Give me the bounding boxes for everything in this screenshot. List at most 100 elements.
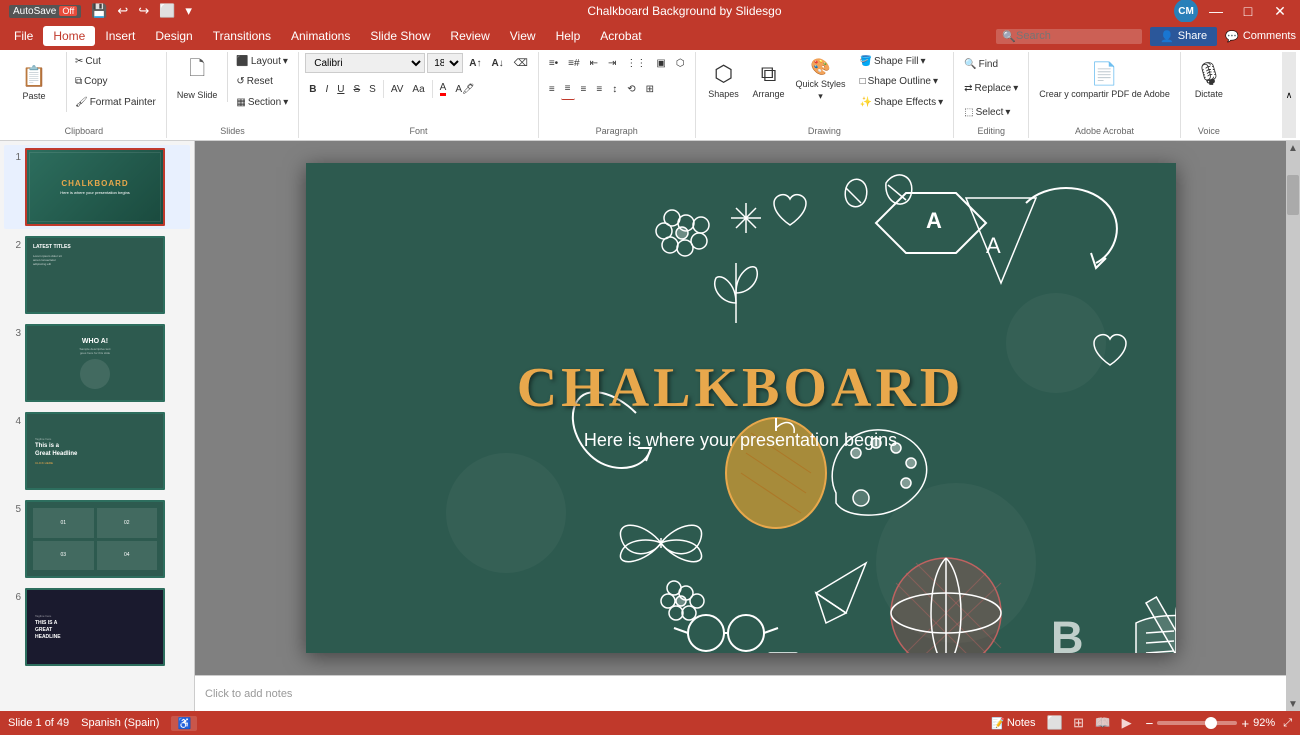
layout-button[interactable]: ⬛ Layout ▾	[232, 52, 292, 71]
font-size-select[interactable]: 18	[427, 53, 463, 73]
slide-thumb-1[interactable]: 1 CHALKBOARD Here is where your presenta…	[4, 145, 190, 229]
share-button[interactable]: 👤 Share	[1150, 27, 1217, 46]
cut-icon: ✂	[75, 56, 83, 67]
ribbon-collapse-button[interactable]: ∧	[1282, 52, 1296, 138]
convert-button[interactable]: ⬡	[672, 52, 689, 74]
slide-thumb-4[interactable]: 4 Tagline here This is aGreat Headline C…	[4, 409, 190, 493]
align-center-button[interactable]: ≡	[561, 78, 575, 100]
font-color-button[interactable]: A	[436, 78, 451, 100]
dictate-icon: 🎙	[1195, 61, 1223, 87]
menu-home[interactable]: Home	[43, 26, 95, 46]
create-share-pdf-button[interactable]: 📄 Crear y compartir PDF de Adobe	[1035, 52, 1174, 107]
slide-thumb-2[interactable]: 2 LATEST TITLES Lorem ipsum dolor sitame…	[4, 233, 190, 317]
slide-sorter-button[interactable]: ⊞	[1068, 714, 1090, 732]
highlight-color-button[interactable]: A🖊	[451, 78, 478, 100]
menu-file[interactable]: File	[4, 26, 43, 46]
user-avatar[interactable]: CM	[1174, 0, 1198, 23]
quick-styles-button[interactable]: 🎨 Quick Styles ▾	[792, 52, 850, 107]
smart-art-button[interactable]: ▣	[652, 52, 669, 74]
align-left-button[interactable]: ≡	[545, 78, 559, 100]
slide-image-4: Tagline here This is aGreat Headline CLI…	[25, 412, 165, 490]
shadow-button[interactable]: S	[365, 78, 380, 100]
columns-button[interactable]: ⋮⋮	[622, 52, 650, 74]
menu-slideshow[interactable]: Slide Show	[360, 26, 440, 46]
new-slide-button[interactable]: 🗋 New Slide	[173, 52, 222, 102]
slide-num-6: 6	[7, 588, 21, 603]
layout-arrow: ▾	[283, 56, 288, 67]
zoom-in-button[interactable]: +	[1241, 716, 1249, 731]
slideshow-button[interactable]: ▶	[1116, 714, 1138, 732]
bold-button[interactable]: B	[305, 78, 320, 100]
scroll-up-button[interactable]: ▲	[1286, 141, 1300, 155]
undo-button[interactable]: ↩	[114, 2, 131, 20]
menu-review[interactable]: Review	[440, 26, 499, 46]
copy-button[interactable]: ⧉ Copy	[71, 72, 160, 91]
shape-effects-button[interactable]: ✨ Shape Effects ▾	[856, 93, 948, 112]
numbered-button[interactable]: ≡#	[564, 52, 583, 74]
menu-design[interactable]: Design	[145, 26, 202, 46]
menu-acrobat[interactable]: Acrobat	[590, 26, 651, 46]
decrease-indent-button[interactable]: ⇤	[586, 52, 602, 74]
notes-button[interactable]: 📝 Notes	[991, 717, 1035, 730]
vertical-scrollbar[interactable]: ▲ ▼	[1286, 141, 1300, 711]
scroll-down-button[interactable]: ▼	[1286, 697, 1300, 711]
zoom-out-button[interactable]: −	[1146, 716, 1154, 731]
font-clear-button[interactable]: ⌫	[510, 52, 532, 74]
slide-thumb-5[interactable]: 5 01 02 03 04	[4, 497, 190, 581]
notes-area[interactable]: Click to add notes	[195, 675, 1286, 711]
menu-view[interactable]: View	[500, 26, 546, 46]
justify-button[interactable]: ≡	[592, 78, 606, 100]
section-button[interactable]: ▦ Section ▾	[232, 93, 292, 112]
shape-fill-button[interactable]: 🪣 Shape Fill ▾	[856, 52, 948, 71]
italic-button[interactable]: I	[321, 78, 332, 100]
replace-button[interactable]: ⇄ Replace ▾	[960, 77, 1022, 99]
bullets-button[interactable]: ≡•	[545, 52, 562, 74]
reading-view-button[interactable]: 📖	[1092, 714, 1114, 732]
fit-to-window-button[interactable]: ⤢	[1283, 717, 1292, 730]
menu-animations[interactable]: Animations	[281, 26, 360, 46]
arrange-button[interactable]: ⧉ Arrange	[747, 52, 791, 107]
customize-quick-access[interactable]: ▾	[182, 2, 195, 20]
menu-transitions[interactable]: Transitions	[203, 26, 281, 46]
text-direction-button[interactable]: ⟲	[623, 78, 639, 100]
save-button[interactable]: 💾	[88, 2, 110, 20]
paste-button[interactable]: 📋 Paste	[8, 52, 60, 112]
text-align-button[interactable]: ⊞	[642, 78, 658, 100]
format-painter-icon: 🖌	[75, 97, 88, 108]
search-input[interactable]	[1016, 30, 1136, 42]
font-decrease-button[interactable]: A↓	[487, 52, 507, 74]
scroll-thumb[interactable]	[1287, 175, 1299, 215]
menu-help[interactable]: Help	[546, 26, 591, 46]
cut-button[interactable]: ✂ Cut	[71, 52, 160, 71]
format-painter-button[interactable]: 🖌 Format Painter	[71, 93, 160, 112]
title-bar: AutoSave Off 💾 ↩ ↪ ⬜ ▾ Chalkboard Backgr…	[0, 0, 1300, 22]
reset-button[interactable]: ↺ Reset	[232, 72, 292, 91]
find-button[interactable]: 🔍 Find	[960, 53, 1002, 75]
present-button[interactable]: ⬜	[156, 2, 178, 20]
slide-thumb-6[interactable]: 6 Tagline here THIS IS AGREATHEADLINE	[4, 585, 190, 669]
font-spacing-button[interactable]: AV	[387, 78, 408, 100]
dictate-button[interactable]: 🎙 Dictate	[1187, 52, 1231, 107]
underline-button[interactable]: U	[333, 78, 348, 100]
autosave-toggle[interactable]: AutoSave Off	[6, 4, 84, 19]
strikethrough-button[interactable]: S	[349, 78, 364, 100]
line-spacing-button[interactable]: ↕	[608, 78, 621, 100]
accessibility-checker[interactable]: ♿	[171, 716, 197, 731]
shapes-button[interactable]: ⬡ Shapes	[702, 52, 746, 107]
slide-thumb-3[interactable]: 3 WHO A! Sample descriptive textgoes her…	[4, 321, 190, 405]
font-name-select[interactable]: Calibri	[305, 53, 425, 73]
redo-button[interactable]: ↪	[135, 2, 152, 20]
menu-insert[interactable]: Insert	[95, 26, 145, 46]
slide-canvas[interactable]: A	[306, 163, 1176, 653]
acrobat-label: Adobe Acrobat	[1035, 124, 1174, 138]
comments-button[interactable]: 💬 Comments	[1225, 30, 1296, 43]
align-right-button[interactable]: ≡	[577, 78, 591, 100]
change-case-button[interactable]: Aa	[408, 78, 428, 100]
zoom-slider[interactable]	[1157, 721, 1237, 725]
select-button[interactable]: ⬚ Select ▾	[960, 101, 1014, 123]
increase-indent-button[interactable]: ⇥	[604, 52, 620, 74]
shape-outline-button[interactable]: □ Shape Outline ▾	[856, 72, 948, 91]
zoom-thumb	[1205, 717, 1217, 729]
normal-view-button[interactable]: ⬜	[1044, 714, 1066, 732]
font-increase-button[interactable]: A↑	[465, 52, 485, 74]
